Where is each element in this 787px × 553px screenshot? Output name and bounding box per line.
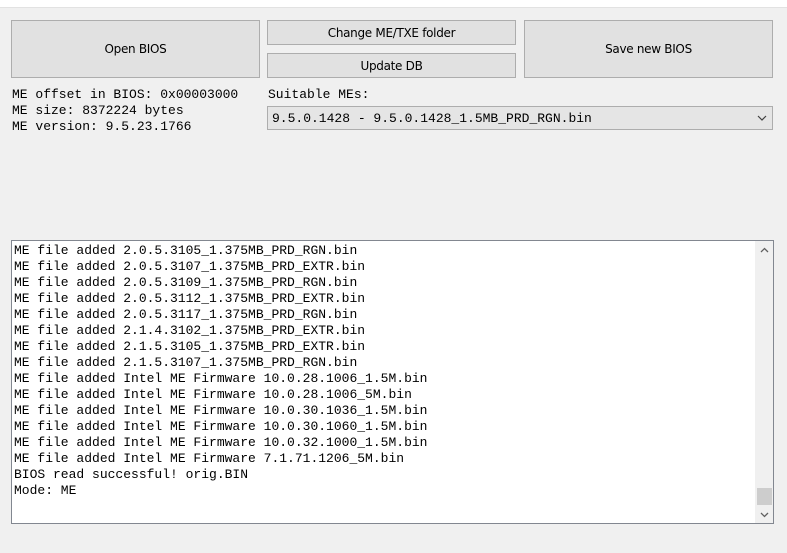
log-line: ME file added Intel ME Firmware 10.0.30.… xyxy=(14,403,428,418)
save-new-bios-button[interactable]: Save new BIOS xyxy=(524,20,773,78)
log-textbox[interactable]: ME file added 2.0.5.3105_1.375MB_PRD_RGN… xyxy=(11,240,774,524)
log-line: BIOS read successful! orig.BIN xyxy=(14,467,249,482)
change-me-txe-folder-button[interactable]: Change ME/TXE folder xyxy=(267,20,516,45)
log-line: ME file added 2.0.5.3109_1.375MB_PRD_RGN… xyxy=(14,275,358,290)
me-version-text: ME version: 9.5.23.1766 xyxy=(12,119,192,134)
log-line: ME file added 2.0.5.3105_1.375MB_PRD_RGN… xyxy=(14,243,358,258)
log-line: Mode: ME xyxy=(14,483,77,498)
log-line: ME file added 2.0.5.3117_1.375MB_PRD_RGN… xyxy=(14,307,358,322)
log-line: ME file added 2.1.4.3102_1.375MB_PRD_EXT… xyxy=(14,323,366,338)
open-bios-button[interactable]: Open BIOS xyxy=(11,20,260,78)
log-line: ME file added 2.1.5.3107_1.375MB_PRD_RGN… xyxy=(14,355,358,370)
log-line: ME file added Intel ME Firmware 10.0.30.… xyxy=(14,419,428,434)
suitable-mes-selected-value: 9.5.0.1428 - 9.5.0.1428_1.5MB_PRD_RGN.bi… xyxy=(272,111,592,126)
chevron-up-icon[interactable] xyxy=(756,241,773,258)
log-scrollbar[interactable] xyxy=(755,241,773,523)
log-line: ME file added Intel ME Firmware 10.0.32.… xyxy=(14,435,428,450)
log-lines: ME file added 2.0.5.3105_1.375MB_PRD_RGN… xyxy=(14,243,427,499)
update-db-button[interactable]: Update DB xyxy=(267,53,516,78)
scrollbar-thumb[interactable] xyxy=(757,488,772,505)
log-line: ME file added Intel ME Firmware 10.0.28.… xyxy=(14,371,428,386)
chevron-down-icon[interactable] xyxy=(755,110,769,126)
me-offset-text: ME offset in BIOS: 0x00003000 xyxy=(12,87,239,102)
suitable-mes-dropdown[interactable]: 9.5.0.1428 - 9.5.0.1428_1.5MB_PRD_RGN.bi… xyxy=(267,106,773,130)
log-line: ME file added Intel ME Firmware 10.0.28.… xyxy=(14,387,412,402)
log-line: ME file added 2.1.5.3105_1.375MB_PRD_EXT… xyxy=(14,339,366,354)
log-line: ME file added Intel ME Firmware 7.1.71.1… xyxy=(14,451,405,466)
me-size-text: ME size: 8372224 bytes xyxy=(12,103,184,118)
suitable-mes-label: Suitable MEs: xyxy=(268,87,370,102)
chevron-down-icon[interactable] xyxy=(756,506,773,523)
log-line: ME file added 2.0.5.3107_1.375MB_PRD_EXT… xyxy=(14,259,366,274)
top-cutoff-strip xyxy=(0,0,787,8)
log-line: ME file added 2.0.5.3112_1.375MB_PRD_EXT… xyxy=(14,291,366,306)
